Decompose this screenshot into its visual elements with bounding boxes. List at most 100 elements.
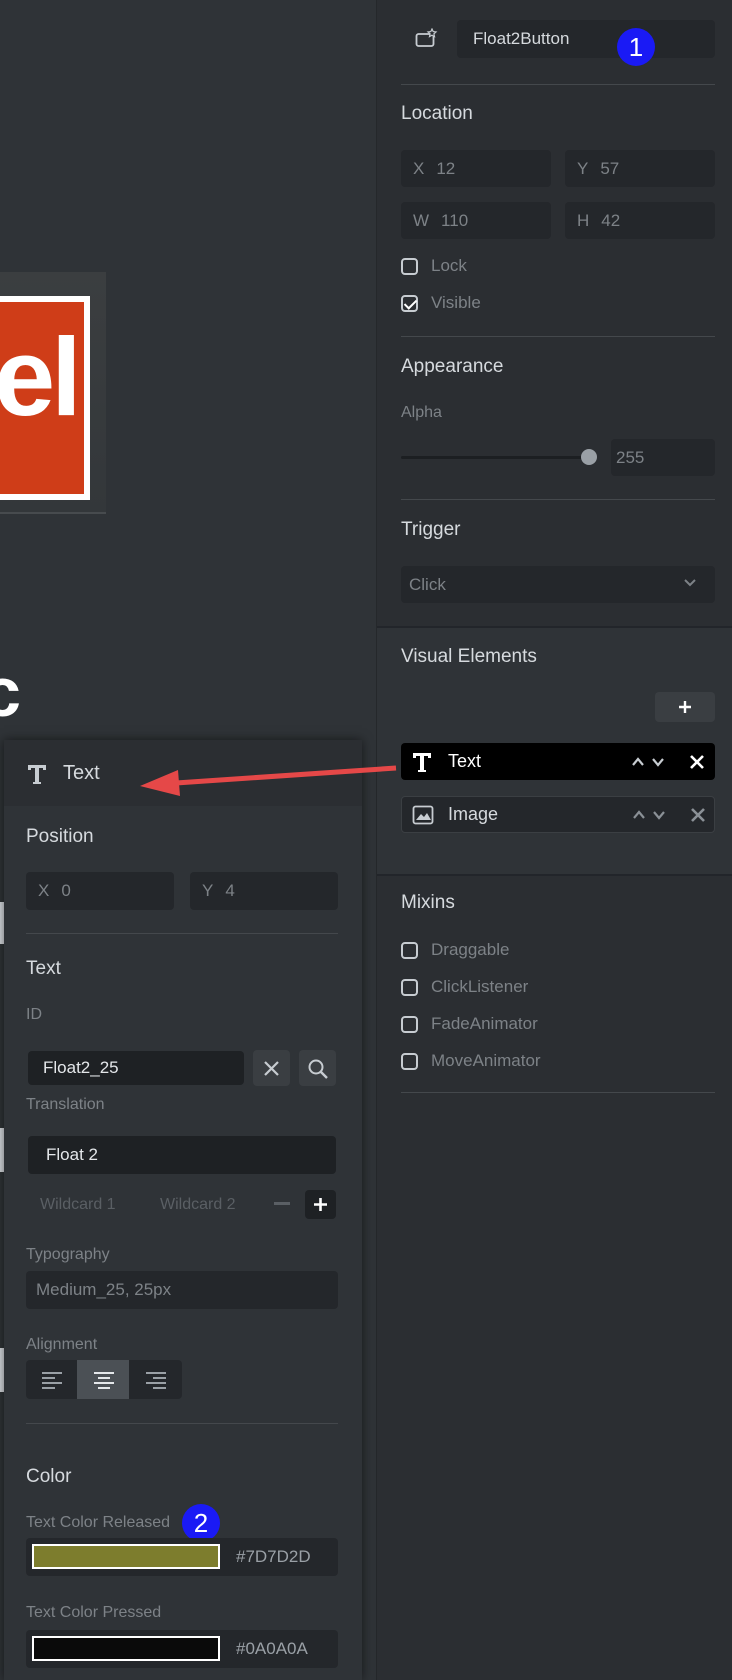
position-x-field[interactable]: X0 <box>26 872 174 910</box>
visual-element-label: Image <box>448 804 499 824</box>
reorder-up-down-icon[interactable] <box>632 808 668 822</box>
step-badge-1: 1 <box>617 28 655 66</box>
align-right-icon[interactable] <box>145 1371 167 1389</box>
mixin-label: FadeAnimator <box>431 1014 538 1033</box>
location-h-field[interactable]: H 42 <box>565 202 715 239</box>
text-icon <box>28 765 46 784</box>
translation-label: Translation <box>26 1096 105 1113</box>
x-value: 0 <box>61 881 71 900</box>
image-icon <box>412 805 434 825</box>
location-y-field[interactable]: Y 57 <box>565 150 715 187</box>
wildcard-1-button[interactable]: Wildcard 1 <box>40 1196 116 1214</box>
annotation-arrow <box>140 765 397 796</box>
x-label: X <box>38 881 50 900</box>
divider <box>401 1092 715 1093</box>
divider <box>26 1423 338 1424</box>
visual-elements-title: Visual Elements <box>401 646 537 667</box>
text-icon <box>413 753 431 772</box>
alpha-slider-track[interactable] <box>401 456 589 459</box>
y-value: 57 <box>600 159 620 178</box>
text-color-pressed-hex: #0A0A0A <box>236 1639 308 1658</box>
divider <box>401 336 715 337</box>
visible-label: Visible <box>431 293 481 312</box>
text-color-released-hex: #7D7D2D <box>236 1547 311 1566</box>
text-color-pressed-field[interactable]: #0A0A0A <box>26 1630 338 1668</box>
component-icon <box>415 28 438 47</box>
color-section-title: Color <box>26 1466 72 1487</box>
mixin-checkbox[interactable] <box>401 1016 418 1034</box>
y-value: 4 <box>225 881 235 900</box>
trigger-selected-value: Click <box>409 575 446 594</box>
mixin-checkbox[interactable] <box>401 942 418 960</box>
mixin-row-clicklistener[interactable]: ClickListener <box>401 977 528 997</box>
trigger-select[interactable]: Click <box>401 566 715 603</box>
visual-element-row-text[interactable]: Text <box>401 743 715 780</box>
alignment-label: Alignment <box>26 1336 98 1353</box>
y-label: Y <box>577 159 589 178</box>
search-icon <box>308 1059 328 1079</box>
close-icon <box>264 1061 279 1076</box>
text-color-pressed-label: Text Color Pressed <box>26 1604 162 1621</box>
mixin-row-draggable[interactable]: Draggable <box>401 940 509 960</box>
visual-element-row-image[interactable]: Image <box>401 796 715 833</box>
alpha-value-field[interactable]: 255 <box>611 439 715 476</box>
lock-checkbox[interactable] <box>401 258 418 276</box>
alpha-label: Alpha <box>401 404 442 421</box>
component-name-input[interactable]: Float2Button <box>457 20 715 58</box>
location-w-field[interactable]: W 110 <box>401 202 551 239</box>
h-value: 42 <box>601 211 621 230</box>
x-label: X <box>413 159 425 178</box>
align-center-icon[interactable] <box>93 1371 115 1389</box>
visible-checkbox[interactable] <box>401 295 418 313</box>
translation-input[interactable]: Float 2 <box>28 1136 336 1174</box>
canvas-preview-text: el <box>0 316 82 439</box>
typography-label: Typography <box>26 1246 110 1263</box>
chevron-down-icon <box>684 579 696 587</box>
text-element-inspector: Text Position X0 Y4 Text ID Float2_25 Tr… <box>4 740 362 1680</box>
plus-icon <box>314 1198 327 1211</box>
appearance-title: Appearance <box>401 356 504 377</box>
clear-id-button[interactable] <box>253 1050 290 1086</box>
mixin-row-moveanimator[interactable]: MoveAnimator <box>401 1051 541 1071</box>
mixin-label: ClickListener <box>431 977 529 996</box>
divider <box>26 933 338 934</box>
h-label: H <box>577 211 590 230</box>
mixins-title: Mixins <box>401 892 455 913</box>
align-left-icon[interactable] <box>41 1371 63 1389</box>
divider <box>401 499 715 500</box>
text-color-released-swatch[interactable] <box>32 1544 220 1569</box>
add-visual-element-button[interactable] <box>655 692 715 722</box>
inspector-title: Text <box>63 762 100 784</box>
x-value: 12 <box>436 159 456 178</box>
visible-checkbox-row[interactable]: Visible <box>401 293 481 313</box>
mixin-checkbox[interactable] <box>401 979 418 997</box>
position-y-field[interactable]: Y4 <box>190 872 338 910</box>
text-color-released-label: Text Color Released <box>26 1514 171 1531</box>
lock-label: Lock <box>431 256 467 275</box>
plus-icon <box>679 701 691 713</box>
lock-checkbox-row[interactable]: Lock <box>401 256 467 276</box>
search-id-button[interactable] <box>299 1050 336 1086</box>
y-label: Y <box>202 881 214 900</box>
mixin-checkbox[interactable] <box>401 1053 418 1071</box>
text-color-released-field[interactable]: #7D7D2D <box>26 1538 338 1576</box>
reorder-up-down-icon[interactable] <box>631 755 667 769</box>
divider <box>401 84 715 85</box>
minus-icon[interactable] <box>274 1202 290 1206</box>
remove-icon[interactable] <box>690 807 706 823</box>
visual-element-label: Text <box>448 751 482 771</box>
remove-icon[interactable] <box>689 754 705 770</box>
mixin-row-fadeanimator[interactable]: FadeAnimator <box>401 1014 538 1034</box>
w-value: 110 <box>441 211 469 230</box>
alpha-slider-handle[interactable] <box>581 449 597 465</box>
text-color-pressed-swatch[interactable] <box>32 1636 220 1661</box>
text-id-input[interactable]: Float2_25 <box>28 1051 244 1085</box>
mixin-label: Draggable <box>431 940 510 959</box>
wildcard-2-button[interactable]: Wildcard 2 <box>160 1196 236 1214</box>
add-wildcard-button[interactable] <box>305 1190 336 1219</box>
position-title: Position <box>26 826 94 847</box>
canvas-preview-text-2: c <box>0 653 21 731</box>
location-title: Location <box>401 103 473 124</box>
typography-select[interactable]: Medium_25, 25px <box>26 1271 338 1309</box>
location-x-field[interactable]: X 12 <box>401 150 551 187</box>
